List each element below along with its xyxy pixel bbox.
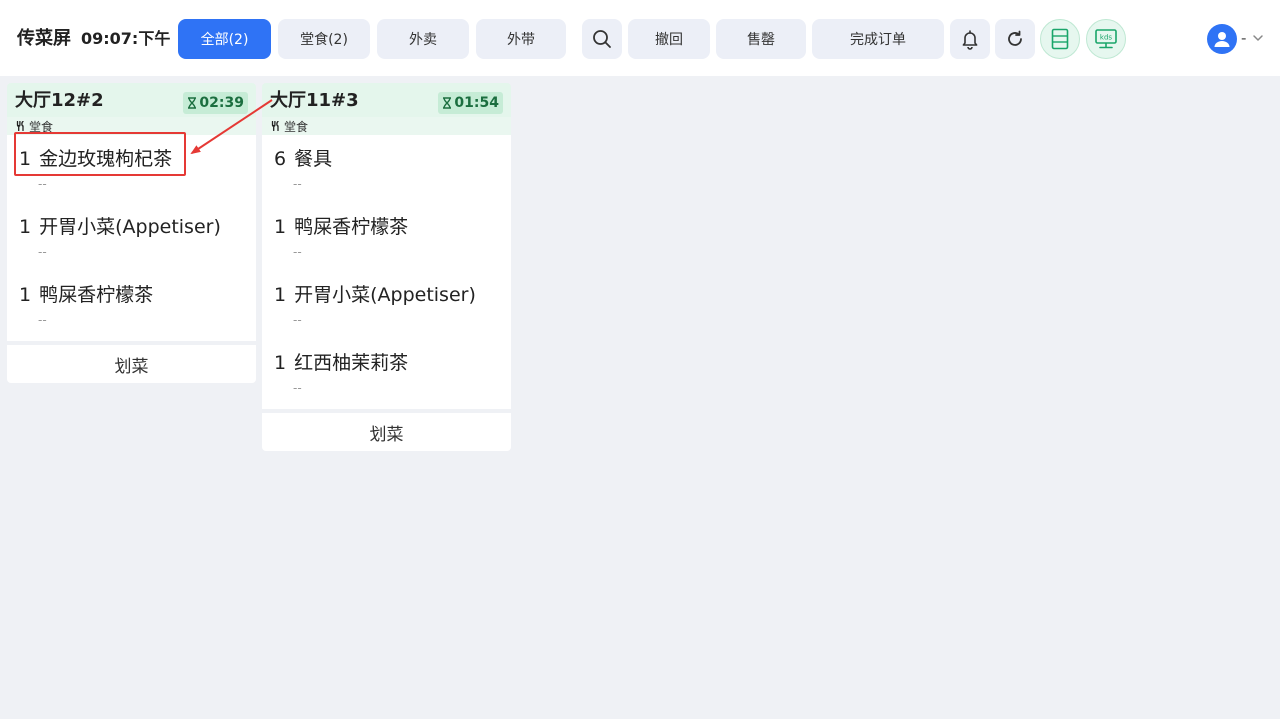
app-title: 传菜屏 — [17, 28, 71, 49]
item-name: 开胃小菜(Appetiser) — [294, 284, 476, 306]
order-title: 大厅11#3 — [270, 90, 359, 111]
order-items: 6 餐具 -- 1 鸭屎香柠檬茶 -- 1 开胃小菜(Appetiser) -- 1红… — [262, 135, 511, 409]
order-item[interactable]: 1 鸭屎香柠檬茶 -- — [262, 203, 511, 271]
complete-order-button[interactable]: 完成订单 — [812, 19, 944, 59]
item-qty: 1 — [19, 148, 32, 170]
item-note: -- — [293, 245, 302, 259]
item-qty: 1 — [19, 216, 32, 238]
order-card-header: 大厅11#3 01:54 — [262, 83, 511, 117]
item-note: -- — [38, 245, 47, 259]
refresh-button[interactable] — [995, 19, 1035, 59]
search-button[interactable] — [582, 19, 622, 59]
order-timer-value: 02:39 — [199, 95, 244, 111]
order-items: 1 金边玫瑰枸杞茶 -- 1 开胃小菜(Appetiser) -- 1 鸭屎香柠檬茶 … — [7, 135, 256, 341]
filter-takeaway-button[interactable]: 外带 — [476, 19, 566, 59]
kds-icon: kds — [1095, 29, 1117, 49]
top-bar: 传菜屏 09:07:下午 全部(2) 堂食(2) 外卖 外带 撤回 售罄 完成订… — [0, 0, 1280, 76]
utensils-icon — [271, 121, 279, 131]
notification-button[interactable] — [950, 19, 990, 59]
item-name: 开胃小菜(Appetiser) — [39, 216, 221, 238]
item-qty: 1 — [19, 284, 32, 306]
order-card-header: 大厅12#2 02:39 — [7, 83, 256, 117]
order-type: 堂食 — [7, 117, 256, 135]
order-item[interactable]: 1 开胃小菜(Appetiser) -- — [7, 203, 256, 271]
kds-button[interactable]: kds — [1086, 19, 1126, 59]
order-item[interactable]: 1 鸭屎香柠檬茶 -- — [7, 271, 256, 339]
item-qty: 1 — [274, 216, 287, 238]
utensils-icon — [16, 121, 24, 131]
order-item[interactable]: 1 开胃小菜(Appetiser) -- — [262, 271, 511, 339]
chevron-down-icon[interactable] — [1252, 33, 1264, 43]
order-card: 大厅12#2 02:39 堂食 1 金边玫瑰枸杞茶 -- 1 开胃小菜(Appeti… — [7, 83, 256, 383]
search-icon — [593, 30, 611, 48]
refresh-icon — [1008, 30, 1022, 46]
order-item[interactable]: 6 餐具 -- — [262, 135, 511, 203]
item-note: -- — [293, 381, 302, 395]
undo-button[interactable]: 撤回 — [628, 19, 710, 59]
item-name: 红西柚茉莉茶 — [294, 352, 409, 374]
item-name: 金边玫瑰枸杞茶 — [39, 148, 173, 170]
bell-icon — [962, 30, 978, 50]
order-type: 堂食 — [262, 117, 511, 135]
hourglass-icon — [443, 97, 452, 109]
mark-served-button[interactable]: 划菜 — [262, 413, 511, 451]
user-avatar-icon — [1214, 32, 1230, 47]
order-type-label: 堂食 — [284, 119, 309, 134]
kds-label: kds — [1100, 34, 1112, 42]
filter-dine-in-button[interactable]: 堂食(2) — [278, 19, 370, 59]
item-qty: 1 — [274, 352, 287, 374]
item-note: -- — [293, 177, 302, 191]
list-view-icon — [1051, 28, 1069, 50]
item-qty: 1 — [274, 284, 287, 306]
order-card: 大厅11#3 01:54 堂食 6 餐具 -- 1 鸭屎香柠檬茶 -- 1 开胃小菜(… — [262, 83, 511, 451]
order-timer: 02:39 — [183, 92, 248, 114]
filter-delivery-button[interactable]: 外卖 — [377, 19, 469, 59]
order-title: 大厅12#2 — [15, 90, 104, 111]
order-item[interactable]: 1 金边玫瑰枸杞茶 -- — [7, 135, 256, 203]
hourglass-icon — [188, 97, 197, 109]
item-note: -- — [293, 313, 302, 327]
mark-served-button[interactable]: 划菜 — [7, 345, 256, 383]
item-note: -- — [38, 313, 47, 327]
list-view-button[interactable] — [1040, 19, 1080, 59]
order-timer-value: 01:54 — [454, 95, 499, 111]
user-name[interactable]: - — [1241, 29, 1246, 47]
clock: 09:07:下午 — [81, 29, 171, 48]
sold-out-button[interactable]: 售罄 — [716, 19, 806, 59]
item-note: -- — [38, 177, 47, 191]
order-item[interactable]: 1 红西柚茉莉茶 -- — [262, 339, 511, 407]
user-avatar[interactable] — [1207, 24, 1237, 54]
item-qty: 6 — [274, 148, 287, 170]
filter-all-button[interactable]: 全部(2) — [178, 19, 271, 59]
order-timer: 01:54 — [438, 92, 503, 114]
item-name: 鸭屎香柠檬茶 — [294, 216, 409, 238]
order-type-label: 堂食 — [29, 119, 54, 134]
item-name: 鸭屎香柠檬茶 — [39, 284, 154, 306]
item-name: 餐具 — [294, 148, 333, 170]
